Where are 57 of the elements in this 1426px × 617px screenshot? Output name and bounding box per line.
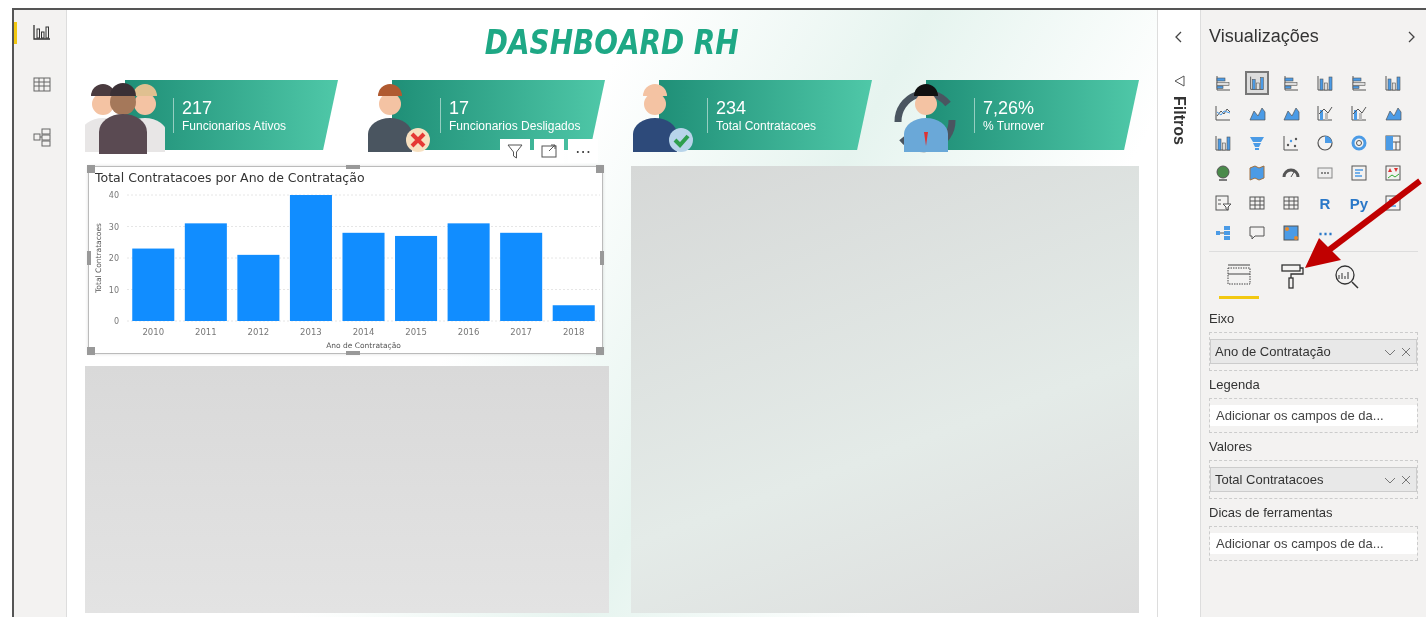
y-tick-label: 20 — [108, 254, 119, 263]
model-view-icon — [31, 127, 52, 147]
x-tick-label: 2013 — [300, 327, 322, 337]
kpi-value: 7,26% — [983, 97, 1036, 119]
field-pill[interactable]: Total Contratacoes — [1210, 467, 1417, 492]
close-icon[interactable] — [1400, 473, 1412, 486]
y-tick-label: 30 — [108, 222, 119, 232]
kpi-value: 217 — [182, 97, 214, 119]
x-tick-label: 2017 — [510, 327, 532, 337]
visual-type-button[interactable]: Py — [1347, 191, 1371, 215]
well-label: Legenda — [1209, 376, 1261, 394]
close-icon[interactable] — [1400, 345, 1412, 358]
x-tick-label: 2012 — [247, 327, 270, 337]
resize-handle[interactable] — [600, 250, 604, 265]
kpi-value: 234 — [716, 97, 748, 119]
visual-type-button[interactable]: R — [1313, 191, 1337, 215]
bar — [237, 254, 280, 321]
resize-handle[interactable] — [596, 165, 604, 173]
kpi-label: Funcionarios Desligados — [449, 118, 581, 133]
resize-handle[interactable] — [87, 165, 95, 173]
x-tick-label: 2010 — [142, 327, 165, 337]
column-chart-icon[interactable] — [1245, 71, 1269, 95]
x-tick-label: 2014 — [352, 327, 375, 337]
filters-label[interactable]: Filtros — [1170, 96, 1188, 145]
well-label: Valores — [1209, 438, 1254, 456]
field-name: Total Contratacoes — [1215, 472, 1325, 487]
field-name: Ano de Contratação — [1215, 344, 1332, 359]
more-visuals-button[interactable]: ⋯ — [1313, 221, 1337, 245]
drop-field[interactable]: Adicionar os campos de da... — [1210, 533, 1417, 554]
x-tick-label: 2016 — [457, 327, 480, 337]
y-tick-label: 0 — [113, 317, 119, 326]
funnel-icon — [1172, 74, 1186, 88]
bar — [552, 305, 595, 321]
resize-handle[interactable] — [345, 165, 360, 169]
kpi-label: Funcionarios Ativos — [182, 118, 287, 133]
x-tick-label: 2011 — [195, 327, 217, 337]
more-options-button[interactable]: ⋯ — [568, 139, 598, 163]
well-label: Eixo — [1209, 310, 1236, 328]
drop-field[interactable]: Adicionar os campos de da... — [1210, 405, 1417, 426]
y-tick-label: 40 — [108, 191, 119, 200]
kpi-value: 17 — [449, 97, 471, 119]
field-pill[interactable]: Ano de Contratação — [1210, 339, 1417, 364]
x-tick-label: 2018 — [562, 327, 585, 337]
y-tick-label: 10 — [108, 285, 119, 295]
pane-title: Visualizações — [1209, 26, 1319, 47]
chart-title: Total Contratacoes por Ano de Contratação — [95, 170, 365, 185]
resize-handle[interactable] — [87, 250, 91, 265]
resize-handle[interactable] — [87, 347, 95, 355]
x-tick-label: 2015 — [405, 327, 427, 337]
resize-handle[interactable] — [345, 351, 360, 355]
kpi-label: % Turnover — [983, 118, 1045, 133]
well-label: Dicas de ferramentas — [1209, 504, 1334, 522]
kpi-label: Total Contratacoes — [716, 118, 817, 133]
dashboard-title: DASHBOARD RH — [485, 22, 739, 62]
report-view-icon — [31, 23, 52, 43]
resize-handle[interactable] — [596, 347, 604, 355]
table-view-icon — [31, 75, 52, 95]
